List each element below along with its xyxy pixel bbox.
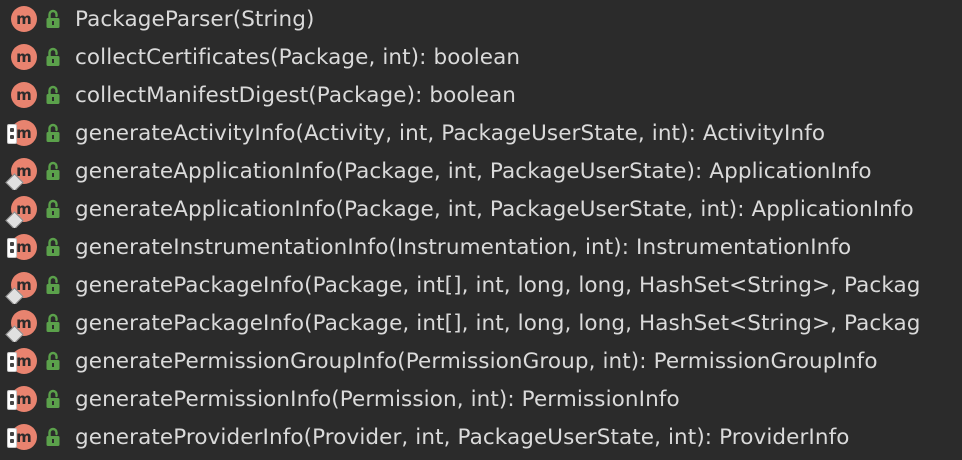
- static-marker-icon: [7, 238, 17, 258]
- method-icon: m: [11, 44, 37, 70]
- method-signature: generateApplicationInfo(Package, int, Pa…: [75, 196, 914, 222]
- static-marker-icon: [7, 352, 17, 372]
- method-icon-glyph: m: [16, 352, 32, 370]
- list-item[interactable]: m generatePackageInfo(Package, int[], in…: [0, 304, 962, 342]
- static-marker-icon: [7, 428, 17, 448]
- list-item[interactable]: m collectManifestDigest(Package): boolea…: [0, 76, 962, 114]
- public-lock-icon: [46, 427, 60, 446]
- method-signature: generatePackageInfo(Package, int[], int,…: [75, 272, 921, 298]
- method-icon: m: [5, 310, 37, 342]
- method-signature: generatePermissionInfo(Permission, int):…: [75, 386, 680, 412]
- method-signature: generatePermissionGroupInfo(PermissionGr…: [75, 348, 878, 374]
- static-marker-icon: [7, 124, 17, 144]
- list-item[interactable]: m generatePermissionInfo(Permission, int…: [0, 380, 962, 418]
- method-icon-glyph: m: [16, 86, 32, 104]
- public-lock-icon: [46, 237, 60, 256]
- public-lock-icon: [46, 275, 60, 294]
- public-lock-icon: [46, 123, 60, 142]
- list-item[interactable]: m PackageParser(String): [0, 0, 962, 38]
- method-icon: m: [7, 234, 37, 260]
- method-icon: m: [7, 386, 37, 412]
- method-signature: collectManifestDigest(Package): boolean: [75, 82, 517, 108]
- method-icon: m: [7, 348, 37, 374]
- public-lock-icon: [46, 161, 60, 180]
- public-lock-icon: [46, 9, 60, 28]
- static-marker-icon: [7, 390, 17, 410]
- method-icon-glyph: m: [16, 428, 32, 446]
- public-lock-icon: [46, 47, 60, 66]
- method-signature: generatePackageInfo(Package, int[], int,…: [75, 310, 921, 336]
- method-signature: generateApplicationInfo(Package, int, Pa…: [75, 158, 872, 184]
- public-lock-icon: [46, 199, 60, 218]
- method-icon-glyph: m: [16, 124, 32, 142]
- list-item[interactable]: m generateApplicationInfo(Package, int, …: [0, 190, 962, 228]
- list-item[interactable]: m generatePackageInfo(Package, int[], in…: [0, 266, 962, 304]
- public-lock-icon: [46, 85, 60, 104]
- public-lock-icon: [46, 351, 60, 370]
- method-icon-glyph: m: [16, 390, 32, 408]
- method-icon: m: [11, 6, 37, 32]
- list-item[interactable]: m collectCertificates(Package, int): boo…: [0, 38, 962, 76]
- list-item[interactable]: m generateProviderInfo(Provider, int, Pa…: [0, 418, 962, 456]
- method-icon: m: [5, 272, 37, 304]
- method-icon: m: [7, 120, 37, 146]
- method-signature: generateInstrumentationInfo(Instrumentat…: [75, 234, 852, 260]
- method-signature: generateActivityInfo(Activity, int, Pack…: [75, 120, 826, 146]
- method-icon-glyph: m: [16, 48, 32, 66]
- method-icon: m: [7, 424, 37, 450]
- method-signature: PackageParser(String): [75, 6, 315, 32]
- list-item[interactable]: m generateActivityInfo(Activity, int, Pa…: [0, 114, 962, 152]
- method-signature: generateProviderInfo(Provider, int, Pack…: [75, 424, 850, 450]
- list-item[interactable]: m generatePermissionGroupInfo(Permission…: [0, 342, 962, 380]
- method-icon-glyph: m: [16, 238, 32, 256]
- list-item[interactable]: m generateInstrumentationInfo(Instrument…: [0, 228, 962, 266]
- method-icon: m: [11, 82, 37, 108]
- public-lock-icon: [46, 389, 60, 408]
- public-lock-icon: [46, 313, 60, 332]
- method-signature: collectCertificates(Package, int): boole…: [75, 44, 521, 70]
- method-icon: m: [5, 196, 37, 228]
- list-item[interactable]: m generateApplicationInfo(Package, int, …: [0, 152, 962, 190]
- method-icon: m: [5, 158, 37, 190]
- structure-method-list: m PackageParser(String) m collectCertifi…: [0, 0, 962, 460]
- method-icon-glyph: m: [16, 10, 32, 28]
